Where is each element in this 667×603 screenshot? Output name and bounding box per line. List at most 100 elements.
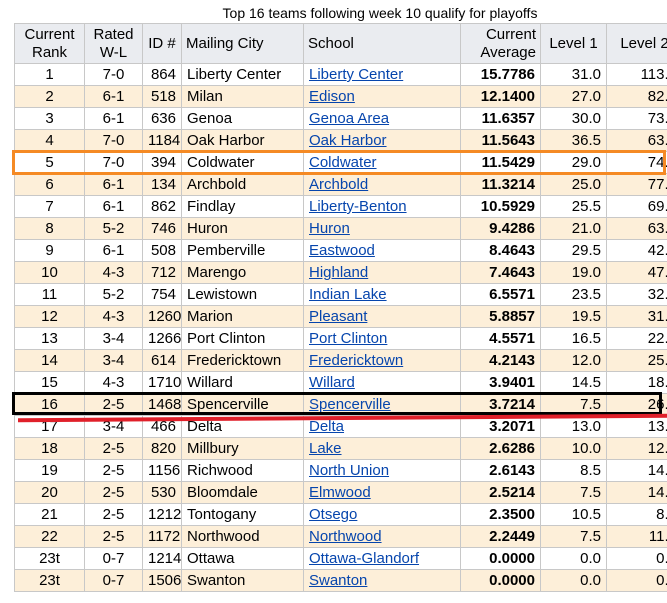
- cell-level-2: 26.5: [606, 393, 667, 416]
- cell-wl: 6-1: [84, 85, 143, 108]
- school-link[interactable]: Coldwater: [309, 154, 377, 171]
- table-row: 13 3-4 1266 Port Clinton Port Clinton 4.5571 1…: [14, 327, 667, 350]
- cell-city: Marion: [181, 305, 304, 328]
- cell-level-1: 19.0: [540, 261, 607, 284]
- cell-level-1: 29.5: [540, 239, 607, 262]
- school-link[interactable]: Northwood: [309, 528, 382, 545]
- school-link[interactable]: Highland: [309, 264, 368, 281]
- table-row: 104-3712Marengo Highland 7.464319.047.5: [14, 261, 667, 284]
- cell-level-2: 63.0: [606, 217, 667, 240]
- cell-level-2: 74.0: [606, 151, 667, 174]
- school-link[interactable]: Elmwood: [309, 484, 371, 501]
- cell-id: 864: [142, 63, 182, 86]
- header-id[interactable]: ID #: [142, 23, 182, 64]
- school-link[interactable]: Otsego: [309, 506, 357, 523]
- cell-wl: 6-1: [84, 195, 143, 218]
- school-link[interactable]: Archbold: [309, 176, 368, 193]
- table-row: 202-5530Bloomdale Elmwood 2.52147.514.5: [14, 481, 667, 504]
- cell-rank: 23t: [14, 547, 85, 570]
- cell-wl: 7-0: [84, 63, 143, 86]
- cell-rank: 4: [14, 129, 85, 152]
- cell-school: Coldwater: [303, 151, 461, 174]
- cell-wl: 3-4: [84, 415, 143, 438]
- cell-id: 530: [142, 481, 182, 504]
- school-link[interactable]: Port Clinton: [309, 330, 387, 347]
- school-link[interactable]: Genoa Area: [309, 110, 389, 127]
- cell-city: Spencerville: [181, 393, 304, 416]
- cell-school: Willard: [303, 371, 461, 394]
- cell-average: 8.4643: [460, 239, 541, 262]
- cell-school: Liberty Center: [303, 63, 461, 86]
- cell-average: 2.2449: [460, 525, 541, 548]
- header-row: Current Rank Rated W-L ID # Mailing City S…: [14, 23, 667, 64]
- cell-wl: 2-5: [84, 459, 143, 482]
- cell-id: 1156: [142, 459, 182, 482]
- school-link[interactable]: Lake: [309, 440, 342, 457]
- cell-average: 2.5214: [460, 481, 541, 504]
- cell-level-1: 7.5: [540, 481, 607, 504]
- cell-city: Bloomdale: [181, 481, 304, 504]
- school-link[interactable]: Pleasant: [309, 308, 367, 325]
- cell-id: 712: [142, 261, 182, 284]
- header-mailing-city[interactable]: Mailing City: [181, 23, 304, 64]
- cell-level-2: 0.0: [606, 569, 667, 592]
- cell-rank: 5: [14, 151, 85, 174]
- cell-city: Archbold: [181, 173, 304, 196]
- cell-average: 7.4643: [460, 261, 541, 284]
- school-link[interactable]: Ottawa-Glandorf: [309, 550, 419, 567]
- cell-average: 4.5571: [460, 327, 541, 350]
- school-link[interactable]: Eastwood: [309, 242, 375, 259]
- cell-id: 1506: [142, 569, 182, 592]
- cell-level-2: 13.5: [606, 415, 667, 438]
- cell-school: Otsego: [303, 503, 461, 526]
- cell-average: 11.5643: [460, 129, 541, 152]
- header-level-1[interactable]: Level 1: [540, 23, 607, 64]
- school-link[interactable]: Willard: [309, 374, 355, 391]
- cell-level-2: 82.0: [606, 85, 667, 108]
- cell-level-2: 8.5: [606, 503, 667, 526]
- table-row: 7 6-1 862 Findlay Liberty-Benton 10.5929 25.5 6…: [14, 195, 667, 218]
- school-link[interactable]: Huron: [309, 220, 350, 237]
- school-link[interactable]: Fredericktown: [309, 352, 403, 369]
- cell-rank: 8: [14, 217, 85, 240]
- cell-average: 6.5571: [460, 283, 541, 306]
- table-row: 1 7-0 864 Liberty Center Liberty Center 15.77…: [14, 63, 667, 86]
- cell-level-1: 7.5: [540, 393, 607, 416]
- cell-school: Genoa Area: [303, 107, 461, 130]
- header-level-2[interactable]: Level 2: [606, 23, 667, 64]
- header-current-rank[interactable]: Current Rank: [14, 23, 85, 64]
- school-link[interactable]: Edison: [309, 88, 355, 105]
- cell-id: 134: [142, 173, 182, 196]
- school-link[interactable]: Indian Lake: [309, 286, 387, 303]
- cell-id: 1266: [142, 327, 182, 350]
- cell-city: Ottawa: [181, 547, 304, 570]
- cell-wl: 2-5: [84, 437, 143, 460]
- cell-rank: 12: [14, 305, 85, 328]
- cell-city: Pemberville: [181, 239, 304, 262]
- header-current-average[interactable]: Current Average: [460, 23, 541, 64]
- school-link[interactable]: Delta: [309, 418, 344, 435]
- school-link[interactable]: Swanton: [309, 572, 367, 589]
- cell-id: 508: [142, 239, 182, 262]
- header-school[interactable]: School: [303, 23, 461, 64]
- cell-id: 1212: [142, 503, 182, 526]
- school-link[interactable]: Spencerville: [309, 396, 391, 413]
- table-row: 96-1508Pemberville Eastwood 8.464329.542.5: [14, 239, 667, 262]
- cell-level-1: 31.0: [540, 63, 607, 86]
- cell-school: Archbold: [303, 173, 461, 196]
- cell-id: 518: [142, 85, 182, 108]
- cell-city: Marengo: [181, 261, 304, 284]
- cell-wl: 5-2: [84, 217, 143, 240]
- cell-school: Liberty-Benton: [303, 195, 461, 218]
- header-rated-wl[interactable]: Rated W-L: [84, 23, 143, 64]
- school-link[interactable]: North Union: [309, 462, 389, 479]
- cell-level-2: 63.5: [606, 129, 667, 152]
- school-link[interactable]: Liberty Center: [309, 66, 403, 83]
- cell-school: Fredericktown: [303, 349, 461, 372]
- school-link[interactable]: Oak Harbor: [309, 132, 387, 149]
- school-link[interactable]: Liberty-Benton: [309, 198, 407, 215]
- table-row: 222-51172NorthwoodNorthwood2.24497.511.5: [14, 525, 667, 548]
- cell-level-2: 31.0: [606, 305, 667, 328]
- cell-level-2: 14.0: [606, 459, 667, 482]
- cell-school: Port Clinton: [303, 327, 461, 350]
